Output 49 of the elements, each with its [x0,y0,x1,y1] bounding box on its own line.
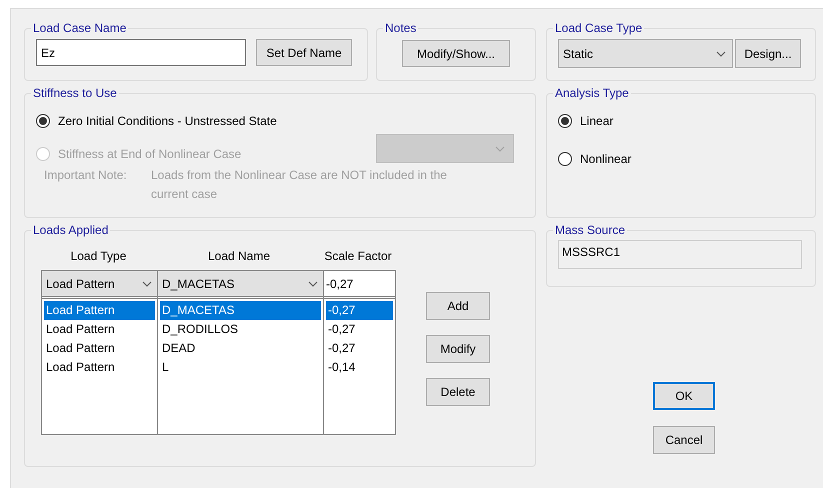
chevron-down-icon [142,280,152,286]
radio-button[interactable] [36,114,50,128]
radio-label: Linear [580,113,614,130]
column-header: Load Name [208,248,270,265]
list-item[interactable]: -0,14 [326,358,393,377]
button[interactable]: Set Def Name [256,39,352,66]
button[interactable]: Cancel [653,426,715,454]
group-title: Analysis Type [555,86,629,100]
list-item[interactable]: Load Pattern [44,320,155,339]
radio-button[interactable] [558,114,572,128]
button[interactable]: OK [653,382,715,410]
group-title: Load Case Name [33,21,126,35]
list-item[interactable]: -0,27 [326,339,393,358]
list-item[interactable]: Load Pattern [44,339,155,358]
dropdown[interactable]: Load Pattern [42,271,157,297]
list-item[interactable]: -0,27 [326,301,393,320]
button[interactable]: Modify/Show... [402,40,510,67]
group-title: Loads Applied [33,223,108,237]
note-text: Loads from the Nonlinear Case are NOT included in the current case [151,167,448,203]
group-title: Mass Source [555,223,626,237]
chevron-down-icon [716,50,726,56]
button[interactable]: Design... [735,39,801,68]
group-title: Stiffness to Use [33,86,117,100]
radio-button[interactable] [558,152,572,166]
list-item[interactable]: D_RODILLOS [160,320,321,339]
group-title: Notes [385,21,416,35]
list-item[interactable]: DEAD [160,339,321,358]
input-field[interactable]: Ez [36,39,246,66]
chevron-down-icon [308,280,318,286]
text-field[interactable]: MSSSRC1 [558,240,802,269]
list-item[interactable]: D_MACETAS [160,301,321,320]
group-title: Load Case Type [555,21,642,35]
button[interactable]: Modify [426,335,490,363]
dropdown[interactable]: D_MACETAS [158,271,323,297]
chevron-down-icon [495,146,505,152]
column-header: Load Type [70,248,126,265]
list-item[interactable]: L [160,358,321,377]
column-header: Scale Factor [324,248,392,265]
list-item[interactable]: -0,27 [326,320,393,339]
button[interactable]: Add [426,292,490,320]
input-field[interactable]: -0,27 [324,271,395,297]
list-item[interactable]: Load Pattern [44,358,155,377]
radio-label: Stiffness at End of Nonlinear Case [58,146,242,162]
radio-label: Nonlinear [580,151,632,168]
dropdown[interactable]: Static [558,39,733,68]
radio-label: Zero Initial Conditions - Unstressed State [58,113,277,130]
note-label: Important Note: [44,167,128,184]
list-item[interactable]: Load Pattern [44,301,155,320]
button[interactable]: Delete [426,378,490,406]
